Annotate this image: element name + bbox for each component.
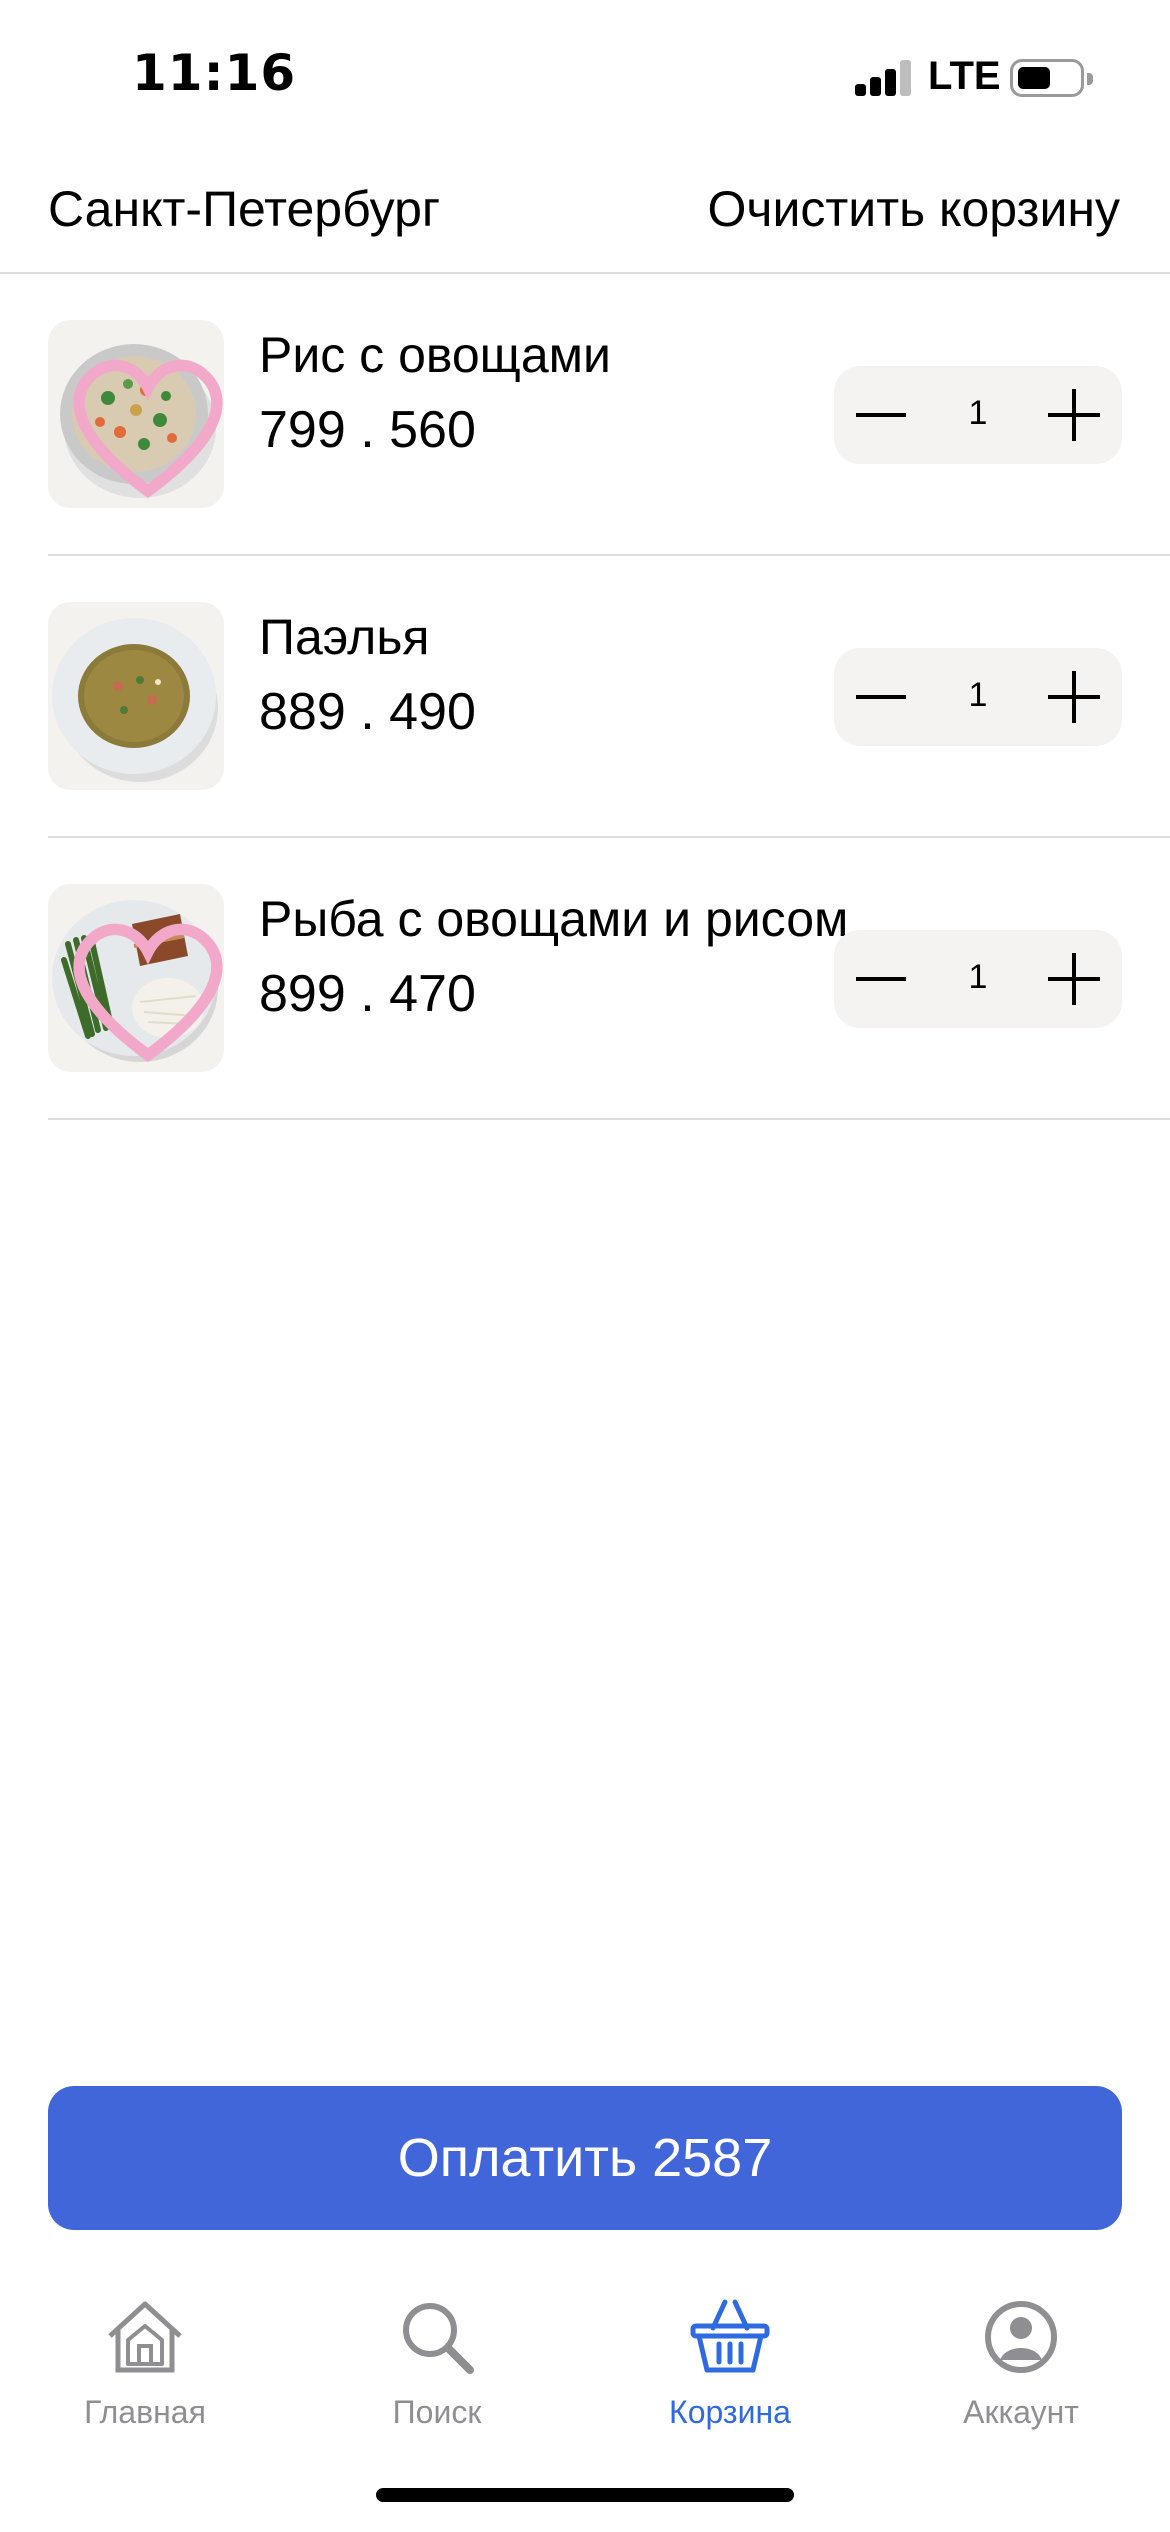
item-price: 899 . 470	[259, 965, 476, 1023]
cart-list: Рис с овощами 799 . 560 1 Паэлья 889 . 4…	[48, 274, 1170, 1120]
heart-icon[interactable]	[60, 896, 224, 1072]
network-type: LTE	[928, 54, 1001, 98]
cart-item[interactable]: Рис с овощами 799 . 560 1	[48, 274, 1170, 556]
item-price: 889 . 490	[259, 683, 476, 741]
home-indicator[interactable]	[376, 2488, 794, 2502]
clear-cart-button[interactable]: Очистить корзину	[708, 180, 1121, 238]
tab-search[interactable]: Поиск	[312, 2290, 562, 2450]
dish-image	[48, 602, 224, 790]
city-selector[interactable]: Санкт-Петербург	[48, 180, 440, 238]
quantity-stepper: 1	[834, 366, 1122, 464]
item-name: Рис с овощами	[259, 327, 611, 383]
cart-header: Санкт-Петербург Очистить корзину	[0, 150, 1170, 274]
basket-icon	[690, 2299, 770, 2373]
quantity-value: 1	[968, 676, 988, 714]
tab-label: Поиск	[392, 2394, 482, 2430]
cart-item[interactable]: Паэлья 889 . 490 1	[48, 556, 1170, 838]
status-bar: 11:16 LTE	[0, 0, 1170, 150]
increase-button[interactable]	[1026, 366, 1122, 464]
status-time: 11:16	[132, 44, 297, 102]
plus-icon	[1048, 389, 1100, 441]
minus-icon	[856, 695, 906, 699]
home-icon	[108, 2301, 182, 2373]
cart-item[interactable]: Рыба с овощами и рисом 899 . 470 1	[48, 838, 1170, 1120]
item-price: 799 . 560	[259, 401, 476, 459]
search-icon	[403, 2303, 474, 2374]
signal-icon	[855, 60, 913, 96]
dish-image	[48, 884, 224, 1072]
quantity-stepper: 1	[834, 648, 1122, 746]
minus-icon	[856, 413, 906, 417]
item-name: Паэлья	[259, 609, 430, 665]
item-name: Рыба с овощами и рисом	[259, 891, 849, 947]
battery-icon	[1010, 59, 1093, 97]
dish-image	[48, 320, 224, 508]
tab-home[interactable]: Главная	[20, 2290, 270, 2450]
tab-bar: Главная Поиск Корзина Аккаунт	[0, 2290, 1170, 2450]
plus-icon	[1048, 953, 1100, 1005]
increase-button[interactable]	[1026, 648, 1122, 746]
plus-icon	[1048, 671, 1100, 723]
quantity-value: 1	[968, 958, 988, 996]
pay-button[interactable]: Оплатить 2587	[48, 2086, 1122, 2230]
tab-label: Корзина	[669, 2394, 791, 2430]
tab-label: Аккаунт	[963, 2394, 1079, 2430]
tab-label: Главная	[84, 2394, 206, 2430]
decrease-button[interactable]	[834, 648, 930, 746]
decrease-button[interactable]	[834, 366, 930, 464]
cart-screen: 11:16 LTE Санкт-Петербург Очистить корзи…	[0, 0, 1170, 2532]
quantity-stepper: 1	[834, 930, 1122, 1028]
heart-icon[interactable]	[60, 332, 224, 508]
account-icon	[985, 2301, 1057, 2373]
decrease-button[interactable]	[834, 930, 930, 1028]
increase-button[interactable]	[1026, 930, 1122, 1028]
minus-icon	[856, 977, 906, 981]
tab-account[interactable]: Аккаунт	[896, 2290, 1146, 2450]
quantity-value: 1	[968, 394, 988, 432]
tab-cart[interactable]: Корзина	[605, 2290, 855, 2450]
